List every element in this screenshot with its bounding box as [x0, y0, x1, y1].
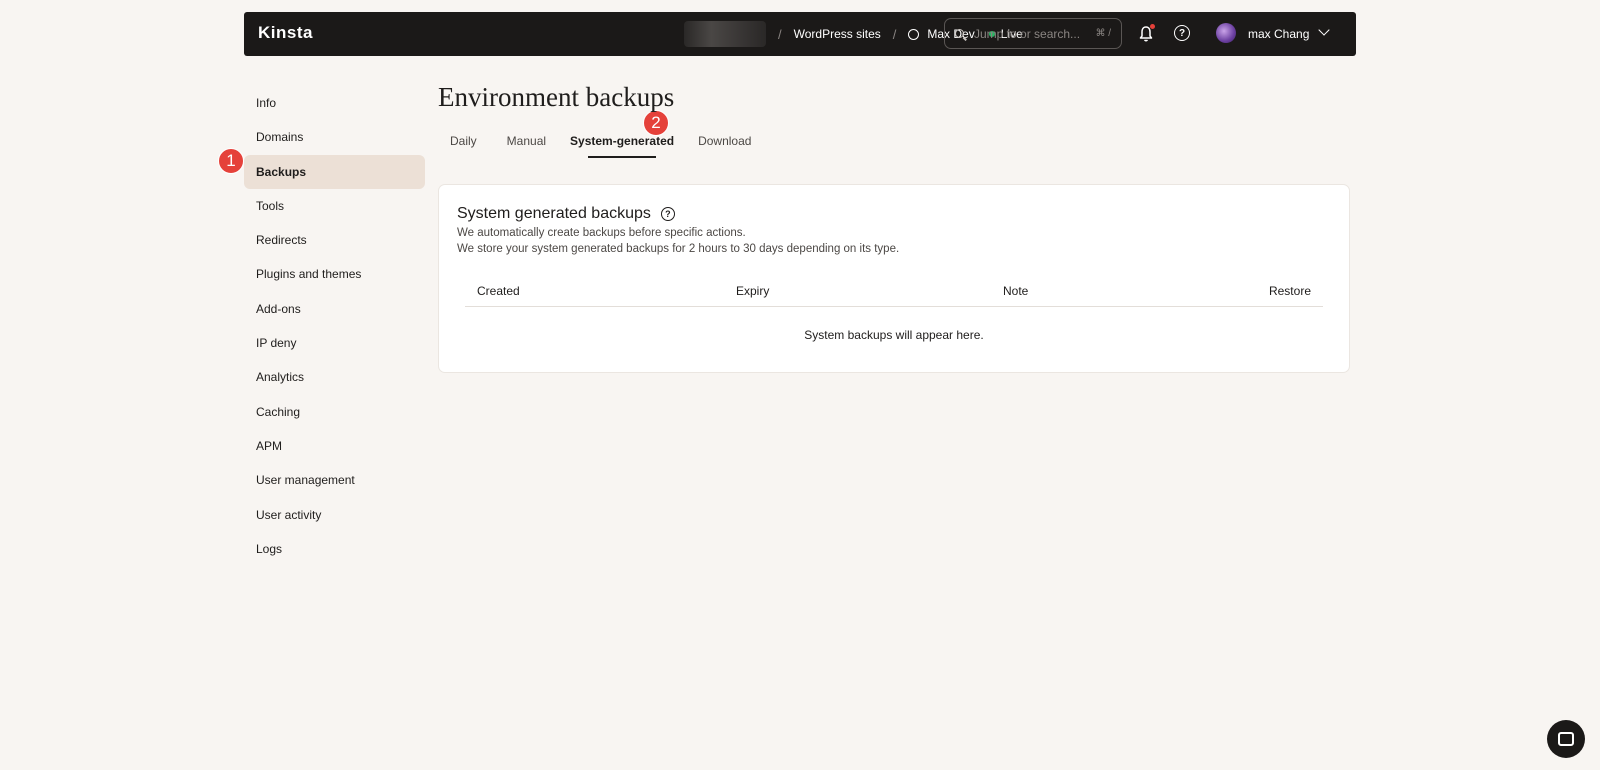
tab-system-generated[interactable]: System-generated — [558, 134, 686, 160]
sidebar-item-caching[interactable]: Caching — [244, 395, 425, 429]
card-description-1: We automatically create backups before s… — [457, 227, 746, 239]
card-description-2: We store your system generated backups f… — [457, 243, 900, 255]
column-created: Created — [477, 284, 520, 298]
breadcrumb-wordpress-sites[interactable]: WordPress sites — [794, 27, 881, 41]
user-name[interactable]: max Chang — [1248, 27, 1309, 41]
search-placeholder: Jump to or search... — [974, 26, 1081, 41]
breadcrumb-separator: / — [892, 26, 897, 42]
chat-support-button[interactable] — [1547, 720, 1585, 758]
sidebar-item-info[interactable]: Info — [244, 86, 425, 120]
sidebar-item-analytics[interactable]: Analytics — [244, 360, 425, 394]
sidebar-item-redirects[interactable]: Redirects — [244, 223, 425, 257]
company-name-redacted[interactable] — [684, 21, 766, 47]
card-title-text: System generated backups — [457, 205, 651, 222]
empty-state-message: System backups will appear here. — [804, 328, 984, 342]
tab-download[interactable]: Download — [686, 134, 763, 160]
backup-tabs: Daily Manual System-generated Download — [438, 134, 763, 160]
help-button[interactable]: ? — [1174, 25, 1190, 41]
sidebar: Info Domains Backups Tools Redirects Plu… — [244, 86, 425, 566]
chat-icon — [1558, 732, 1574, 746]
page-title: Environment backups — [438, 82, 675, 112]
column-note: Note — [1003, 284, 1029, 298]
card-title: System generated backups ? — [457, 205, 675, 223]
sidebar-item-domains[interactable]: Domains — [244, 120, 425, 154]
system-backups-card: System generated backups ? We automatica… — [438, 184, 1350, 373]
chevron-down-icon[interactable] — [1318, 24, 1330, 36]
notification-badge — [1150, 24, 1155, 29]
breadcrumb-separator: / — [778, 26, 782, 42]
sidebar-item-plugins-and-themes[interactable]: Plugins and themes — [244, 257, 425, 291]
sidebar-item-ip-deny[interactable]: IP deny — [244, 326, 425, 360]
notifications-button[interactable] — [1138, 24, 1155, 43]
search-icon — [955, 29, 964, 38]
table-header: Created Expiry Note Restore — [465, 284, 1323, 307]
sidebar-item-backups[interactable]: Backups — [244, 154, 425, 189]
help-icon[interactable]: ? — [660, 207, 675, 221]
avatar[interactable] — [1216, 23, 1236, 43]
keyboard-shortcut-hint: ⌘ / — [1095, 28, 1111, 39]
tab-daily[interactable]: Daily — [438, 134, 489, 160]
step-marker-1: 1 — [218, 148, 244, 174]
sidebar-item-user-management[interactable]: User management — [244, 463, 425, 497]
column-restore: Restore — [1268, 284, 1311, 298]
sidebar-item-tools[interactable]: Tools — [244, 189, 425, 223]
sidebar-item-user-activity[interactable]: User activity — [244, 498, 425, 532]
kinsta-logo[interactable]: Kinsta — [258, 23, 313, 43]
tab-manual[interactable]: Manual — [495, 134, 558, 160]
wordpress-icon — [908, 28, 920, 40]
column-expiry: Expiry — [736, 284, 770, 298]
sidebar-item-apm[interactable]: APM — [244, 429, 425, 463]
sidebar-item-logs[interactable]: Logs — [244, 532, 425, 566]
step-marker-2: 2 — [643, 110, 669, 136]
search-input[interactable]: Jump to or search... ⌘ / — [944, 18, 1122, 49]
sidebar-item-add-ons[interactable]: Add-ons — [244, 292, 425, 326]
top-navigation-bar: Kinsta / WordPress sites / Max Dev Live … — [244, 12, 1356, 56]
